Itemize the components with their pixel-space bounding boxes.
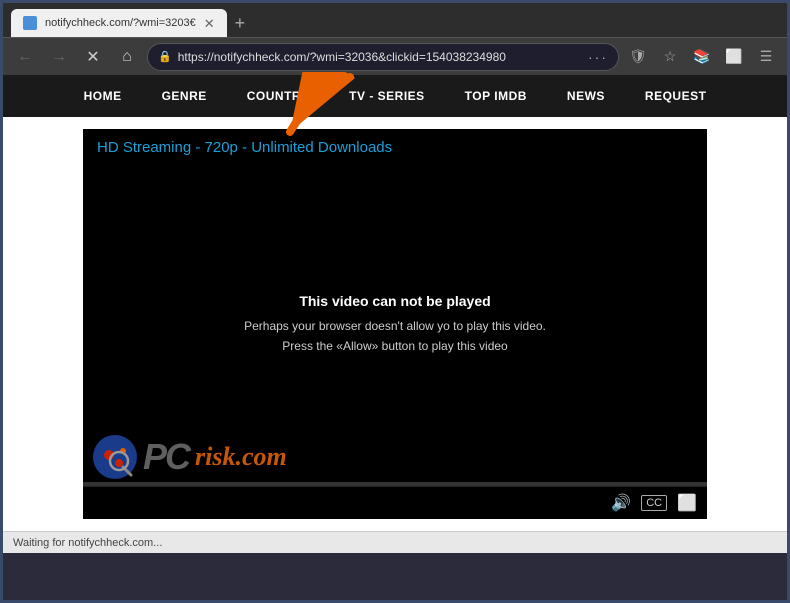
address-options[interactable]: ··· xyxy=(588,49,608,65)
tab-favicon xyxy=(23,16,37,30)
nav-tv-series[interactable]: TV - SERIES xyxy=(329,75,445,117)
navigation-bar: ← → ✕ ⌂ 🔒 https://notifychheck.com/?wmi=… xyxy=(3,37,787,75)
site-navigation: HOME GENRE COUNTRY TV - SERIES TOP IMDB … xyxy=(3,75,787,117)
nav-home[interactable]: HOME xyxy=(64,75,142,117)
video-container: HD Streaming - 720p - Unlimited Download… xyxy=(3,117,787,531)
video-error-title: This video can not be played xyxy=(299,293,490,309)
nav-country[interactable]: COUNTRY xyxy=(227,75,329,117)
menu-button[interactable]: ☰ xyxy=(753,44,779,70)
video-error-line2: Press the «Allow» button to play this vi… xyxy=(282,339,507,353)
nav-icons: 🛡 ☆ 📚 ⬜ ☰ xyxy=(625,44,779,70)
tab-bar: notifychheck.com/?wmi=3203€ ✕ + xyxy=(3,3,787,37)
video-controls: 🔊 CC ⬜ xyxy=(83,486,707,519)
fullscreen-icon[interactable]: ⬜ xyxy=(677,493,697,513)
video-title[interactable]: HD Streaming - 720p - Unlimited Download… xyxy=(97,139,392,156)
forward-button[interactable]: → xyxy=(45,43,73,71)
lock-icon: 🔒 xyxy=(158,50,172,63)
volume-icon[interactable]: 🔊 xyxy=(611,493,631,513)
watermark: PC risk.com xyxy=(83,435,707,479)
pcrisk-logo: PC risk.com xyxy=(93,435,287,479)
status-bar: Waiting for notifychheck.com... xyxy=(3,531,787,553)
sync-button[interactable]: ⬜ xyxy=(721,44,747,70)
tab-close-button[interactable]: ✕ xyxy=(204,17,215,30)
cc-button[interactable]: CC xyxy=(641,495,667,511)
address-bar[interactable]: 🔒 https://notifychheck.com/?wmi=32036&cl… xyxy=(147,43,619,71)
home-button[interactable]: ⌂ xyxy=(113,43,141,71)
video-error-line1: Perhaps your browser doesn't allow yo to… xyxy=(244,319,546,333)
browser-chrome: notifychheck.com/?wmi=3203€ ✕ + ← → ✕ ⌂ … xyxy=(3,3,787,75)
back-button[interactable]: ← xyxy=(11,43,39,71)
pcrisk-ball-icon xyxy=(93,435,137,479)
new-tab-button[interactable]: + xyxy=(227,9,254,37)
nav-genre[interactable]: GENRE xyxy=(142,75,227,117)
website: HOME GENRE COUNTRY TV - SERIES TOP IMDB … xyxy=(3,75,787,531)
bookmark-button[interactable]: ☆ xyxy=(657,44,683,70)
active-tab[interactable]: notifychheck.com/?wmi=3203€ ✕ xyxy=(11,9,227,37)
pc-text: PC xyxy=(143,436,189,478)
video-error-text: Perhaps your browser doesn't allow yo to… xyxy=(244,317,546,355)
url-text: https://notifychheck.com/?wmi=32036&clic… xyxy=(178,50,582,64)
reading-list-button[interactable]: 📚 xyxy=(689,44,715,70)
extensions-button[interactable]: 🛡 xyxy=(625,44,651,70)
video-player: HD Streaming - 720p - Unlimited Download… xyxy=(83,129,707,519)
risk-text: risk.com xyxy=(195,442,287,472)
refresh-button[interactable]: ✕ xyxy=(79,43,107,71)
nav-news[interactable]: NEWS xyxy=(547,75,625,117)
tab-title: notifychheck.com/?wmi=3203€ xyxy=(45,17,196,29)
video-header: HD Streaming - 720p - Unlimited Download… xyxy=(83,129,707,167)
nav-request[interactable]: REQUEST xyxy=(625,75,727,117)
status-text: Waiting for notifychheck.com... xyxy=(13,537,162,549)
nav-top-imdb[interactable]: TOP IMDB xyxy=(445,75,547,117)
